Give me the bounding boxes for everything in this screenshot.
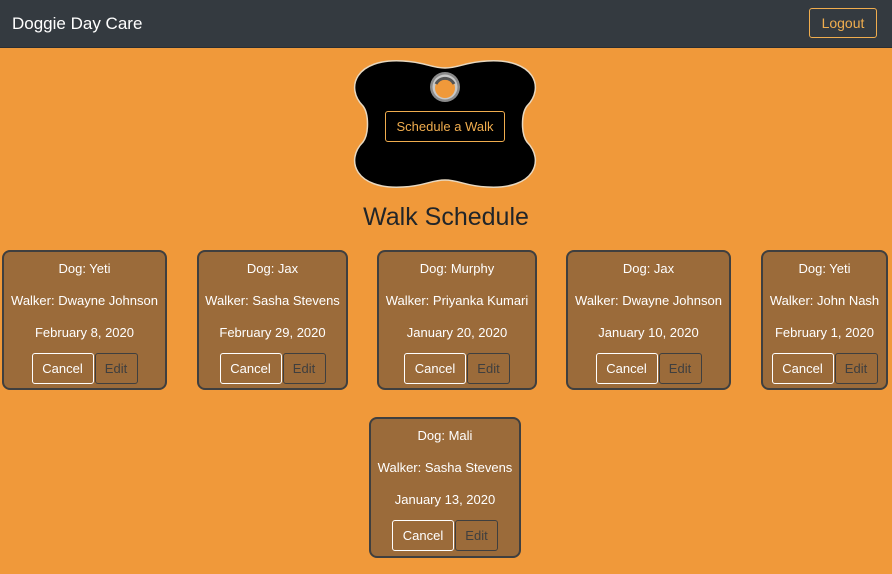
walk-date: January 13, 2020: [394, 492, 496, 507]
walk-card: Dog: Yeti Walker: John Nash February 1, …: [761, 250, 888, 390]
edit-button[interactable]: Edit: [94, 353, 138, 384]
walk-dog: Dog: Jax: [622, 261, 675, 276]
walk-dog: Dog: Jax: [246, 261, 299, 276]
walk-dog: Dog: Yeti: [58, 261, 111, 276]
walk-date: February 1, 2020: [774, 325, 874, 340]
walk-card: Dog: Mali Walker: Sasha Stevens January …: [369, 417, 521, 558]
walk-dog: Dog: Murphy: [419, 261, 495, 276]
edit-button[interactable]: Edit: [455, 520, 498, 551]
walk-walker: Walker: Priyanka Kumari: [385, 293, 529, 308]
walk-card: Dog: Jax Walker: Sasha Stevens February …: [197, 250, 348, 390]
cancel-button[interactable]: Cancel: [595, 353, 658, 384]
walk-walker: Walker: Dwayne Johnson: [11, 293, 158, 308]
edit-button[interactable]: Edit: [282, 353, 326, 384]
edit-button[interactable]: Edit: [467, 353, 510, 384]
navbar: Doggie Day Care Logout: [0, 0, 892, 48]
schedule-walk-button[interactable]: Schedule a Walk: [385, 111, 505, 142]
walk-card: Dog: Yeti Walker: Dwayne Johnson Februar…: [2, 250, 167, 390]
cancel-button[interactable]: Cancel: [392, 520, 454, 551]
walk-date: February 8, 2020: [34, 325, 134, 340]
walk-dog: Dog: Yeti: [798, 261, 851, 276]
cancel-button[interactable]: Cancel: [31, 353, 94, 384]
edit-button[interactable]: Edit: [834, 353, 878, 384]
walk-date: January 20, 2020: [406, 325, 508, 340]
walk-walker: Walker: Dwayne Johnson: [575, 293, 722, 308]
walk-walker: Walker: Sasha Stevens: [377, 460, 513, 475]
walk-walker: Walker: Sasha Stevens: [205, 293, 340, 308]
brand-title[interactable]: Doggie Day Care: [12, 13, 142, 35]
walk-dog: Dog: Mali: [417, 428, 473, 443]
cancel-button[interactable]: Cancel: [404, 353, 466, 384]
edit-button[interactable]: Edit: [658, 353, 702, 384]
logout-button[interactable]: Logout: [809, 8, 877, 38]
walk-walker: Walker: John Nash: [769, 293, 880, 308]
page-title: Walk Schedule: [363, 203, 529, 231]
walk-date: February 29, 2020: [219, 325, 326, 340]
walk-date: January 10, 2020: [598, 325, 699, 340]
cancel-button[interactable]: Cancel: [219, 353, 282, 384]
walk-card: Dog: Murphy Walker: Priyanka Kumari Janu…: [377, 250, 537, 390]
cancel-button[interactable]: Cancel: [771, 353, 834, 384]
dog-bone-tag-icon: Schedule a Walk: [349, 60, 542, 188]
walk-card: Dog: Jax Walker: Dwayne Johnson January …: [566, 250, 731, 390]
